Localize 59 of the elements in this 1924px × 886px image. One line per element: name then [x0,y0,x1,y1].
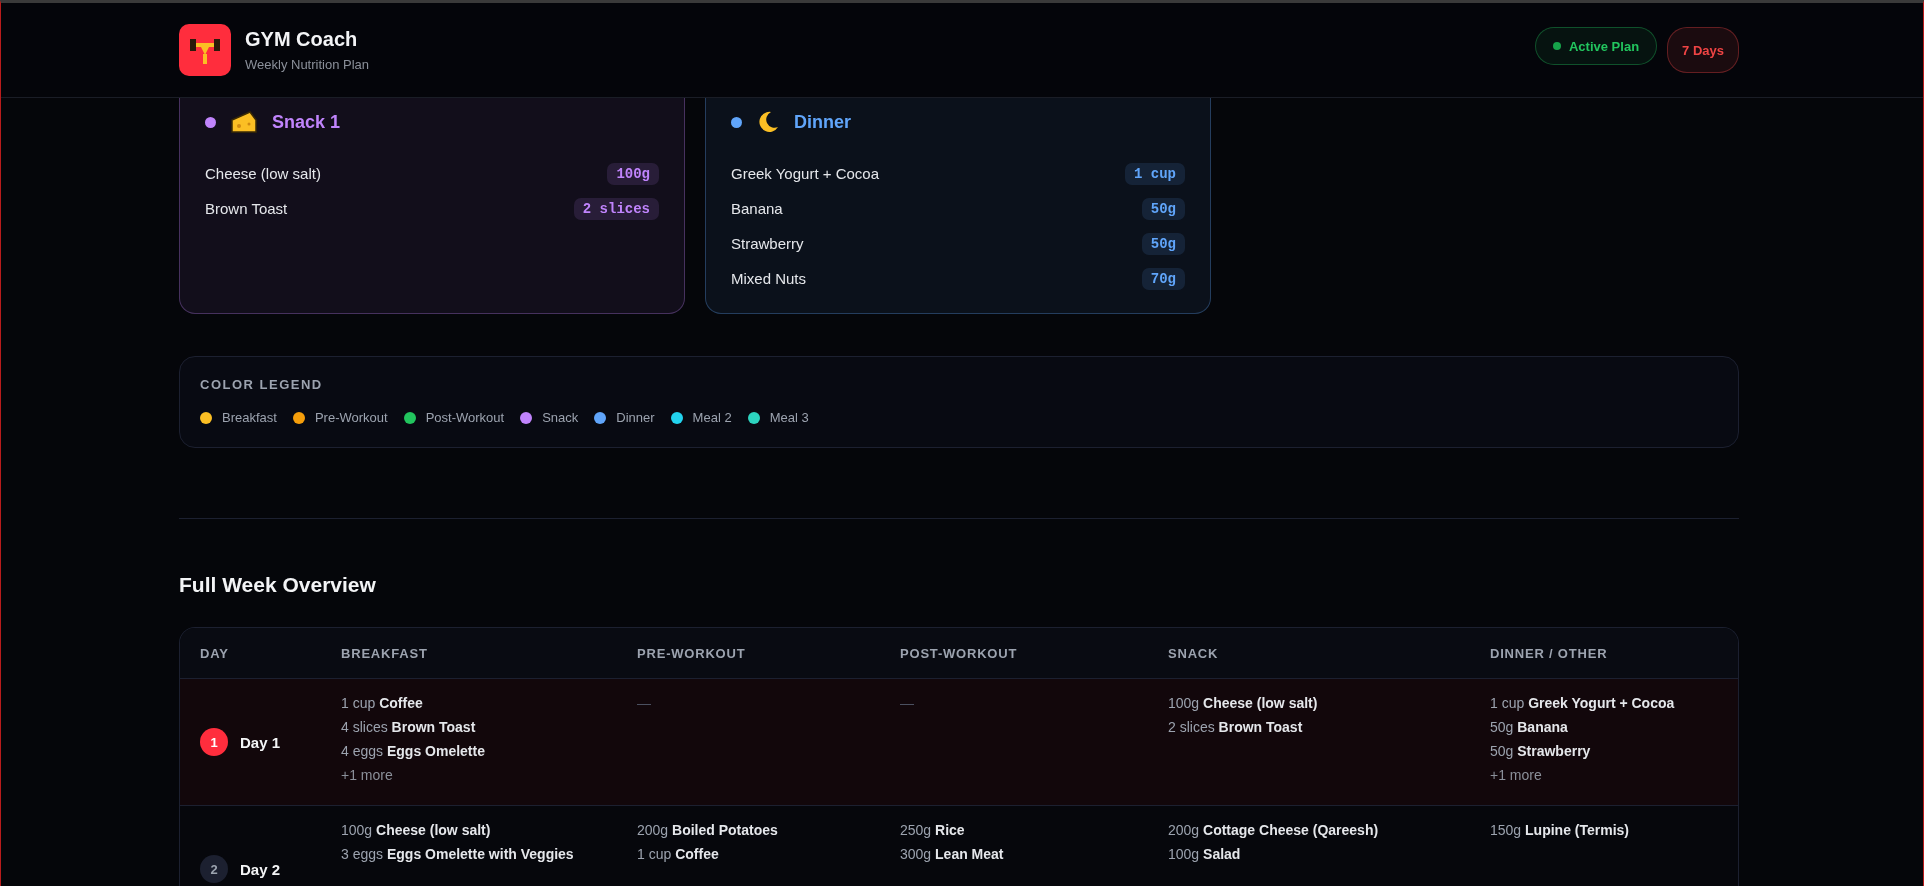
food-entry: 200g Boiled Potatoes [637,822,779,838]
food-entry: 1 cup Greek Yogurt + Cocoa [1490,695,1676,711]
food-name: Cheese (low salt) [205,165,321,182]
legend-title: COLOR LEGEND [200,377,324,392]
day-number-badge: 1 [200,728,228,756]
food-name: Banana [731,200,783,217]
meal-title: Snack 1 [272,111,341,133]
amount-tag: 100g [607,162,659,185]
empty-mark: — [637,695,652,711]
app-subtitle: Weekly Nutrition Plan [245,57,370,72]
legend-label: Breakfast [222,410,277,425]
food-entry: 50g Banana [1490,719,1569,735]
legend-label: Snack [542,410,579,425]
food-entry: 1 cup Coffee [637,846,720,862]
food-name: Strawberry [731,235,804,252]
status-badge: Active Plan [1535,27,1658,65]
column-header: DAY [199,645,230,661]
food-entry: 4 slices Brown Toast [341,719,477,735]
food-entry: 100g Cheese (low salt) [341,822,492,838]
section-title: Full Week Overview [179,573,377,597]
amount-tag: 2 slices [573,197,659,220]
column-header: PRE-WORKOUT [637,645,747,661]
legend-label: Dinner [616,410,655,425]
amount-tag: 50g [1141,197,1185,220]
empty-mark: — [900,695,915,711]
cheese-icon [230,110,258,134]
food-entry: 1 cup Coffee [341,695,424,711]
legend-label: Post-Workout [425,410,505,425]
food-entry: 150g Lupine (Termis) [1490,822,1630,838]
day-label: Day 1 [240,733,281,751]
food-entry: 50g Strawberry [1490,743,1592,759]
app-title: GYM Coach [245,28,359,51]
food-name: Brown Toast [205,200,288,217]
column-header: BREAKFAST [341,645,429,661]
column-header: DINNER / OTHER [1490,645,1609,661]
amount-tag: 50g [1141,232,1185,255]
legend-label: Meal 2 [692,410,732,425]
meal-title: Dinner [794,111,851,133]
food-entry: 100g Cheese (low salt) [1168,695,1319,711]
food-name: Mixed Nuts [731,270,807,287]
legend-label: Pre-Workout [314,410,388,425]
food-entry: 3 eggs Eggs Omelette with Veggies [341,846,575,862]
food-entry: 100g Salad [1168,846,1242,862]
day-number-badge: 2 [200,855,228,883]
dumbbell-logo-icon [179,24,231,76]
legend-label: Meal 3 [769,410,809,425]
food-entry: 300g Lean Meat [900,846,1005,862]
moon-icon [756,110,780,134]
column-header: SNACK [1168,645,1220,661]
days-badge: 7 Days [1667,27,1739,73]
amount-tag: 70g [1141,267,1185,290]
food-entry: 4 eggs Eggs Omelette [341,743,486,759]
day-label: Day 2 [240,860,281,878]
food-entry: 250g Rice [900,822,966,838]
amount-tag: 1 cup [1125,162,1185,185]
food-entry: 200g Cottage Cheese (Qareesh) [1168,822,1380,838]
food-entry: 2 slices Brown Toast [1168,719,1304,735]
column-header: POST-WORKOUT [900,645,1019,661]
food-name: Greek Yogurt + Cocoa [731,165,879,182]
